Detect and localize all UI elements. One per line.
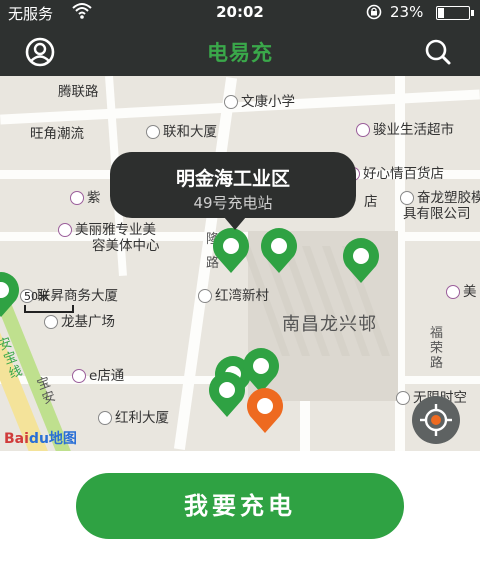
poi-label: 紫 bbox=[70, 186, 101, 206]
rotation-lock-icon bbox=[365, 4, 383, 24]
charging-station-pin[interactable] bbox=[0, 272, 22, 318]
map-scale: 50米 bbox=[24, 288, 74, 313]
locate-me-button[interactable] bbox=[412, 396, 460, 444]
shop-icon bbox=[70, 191, 84, 205]
poi-label: 文康小学 bbox=[224, 90, 295, 110]
station-tooltip[interactable]: 明金海工业区 49号充电站 bbox=[110, 152, 356, 230]
building-icon bbox=[198, 289, 212, 303]
selected-station-pin[interactable] bbox=[244, 388, 286, 434]
charging-station-pin[interactable] bbox=[340, 238, 382, 284]
shop-icon bbox=[58, 223, 72, 237]
battery-fill bbox=[438, 8, 444, 18]
charge-button[interactable]: 我要充电 bbox=[76, 473, 404, 539]
map-view[interactable]: 腾联路 文康小学 旺角潮流 联和大厦 骏业生活超市 好心情百货店 紫 奋龙塑胶模… bbox=[0, 76, 480, 451]
poi-label: 容美体中心 bbox=[92, 238, 160, 254]
poi-label: 龙基广场 bbox=[44, 310, 115, 330]
poi-label: 店 bbox=[364, 194, 378, 210]
battery-percent: 23% bbox=[390, 3, 424, 21]
app-header: 电易充 bbox=[0, 26, 480, 76]
street-label: 福荣路 bbox=[430, 326, 444, 371]
baidu-map-logo: Baidu地图 bbox=[4, 431, 77, 447]
shop-icon bbox=[446, 285, 460, 299]
app-title: 电易充 bbox=[207, 41, 273, 65]
poi-label: e店通 bbox=[72, 364, 124, 384]
building-icon bbox=[396, 391, 410, 405]
building-icon bbox=[98, 411, 112, 425]
location-target-icon bbox=[420, 404, 452, 436]
charging-station-pin[interactable] bbox=[206, 372, 248, 418]
poi-label: 红湾新村 bbox=[198, 284, 269, 304]
shop-icon bbox=[72, 369, 86, 383]
area-label: 南昌龙兴邨 bbox=[282, 314, 377, 335]
poi-label: 红利大厦 bbox=[98, 406, 169, 426]
poi-label: 骏业生活超市 bbox=[356, 118, 454, 138]
charging-station-pin[interactable] bbox=[258, 228, 300, 274]
building-icon bbox=[44, 315, 58, 329]
poi-label: 联和大厦 bbox=[146, 120, 217, 140]
action-panel: 我要充电 bbox=[0, 451, 480, 566]
shop-icon bbox=[356, 123, 370, 137]
poi-label: 美 bbox=[446, 280, 477, 300]
search-icon[interactable] bbox=[422, 36, 454, 68]
poi-label: 好心情百货店 bbox=[346, 162, 444, 182]
station-number: 49号充电站 bbox=[193, 194, 273, 212]
poi-label: 旺角潮流 bbox=[30, 126, 84, 142]
status-bar: 无服务 20:02 23% bbox=[0, 0, 480, 26]
charging-station-pin[interactable] bbox=[210, 228, 252, 274]
station-name: 明金海工业区 bbox=[175, 168, 290, 190]
building-icon bbox=[146, 125, 160, 139]
battery-icon bbox=[436, 6, 474, 20]
poi-label: 具有限公司 bbox=[403, 206, 471, 222]
school-icon bbox=[224, 95, 238, 109]
poi-label: 腾联路 bbox=[58, 84, 99, 100]
